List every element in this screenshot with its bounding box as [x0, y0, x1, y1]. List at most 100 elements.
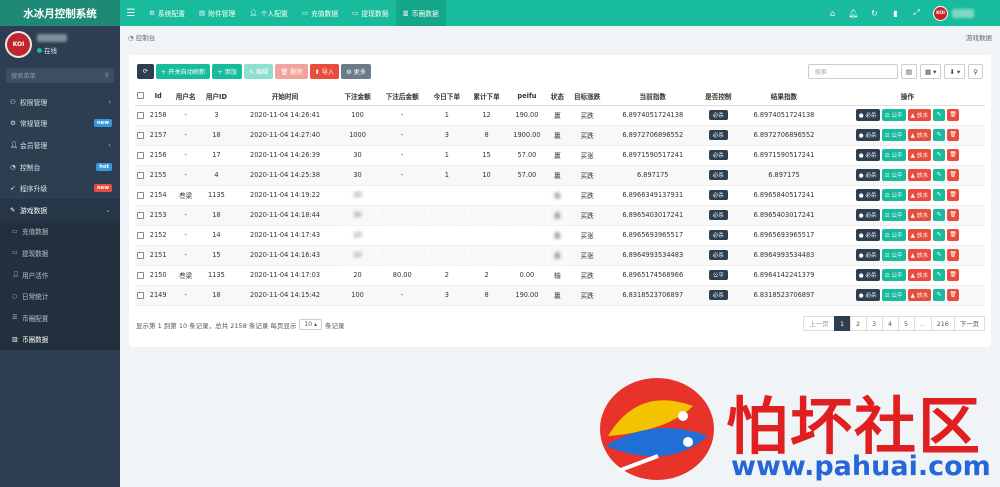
menu-toggle-icon[interactable]: ☰ — [120, 8, 142, 19]
table-row[interactable]: 2149-18 2020-11-04 14:15:42 100-3 8 190.00 赢买… — [135, 285, 985, 306]
sidebar-item-2[interactable]: 👤︎ 会员管理 ‹ — [0, 134, 120, 156]
page-button[interactable]: 3 — [865, 316, 883, 331]
page-button[interactable]: 上一页 — [803, 316, 835, 331]
columns-button[interactable]: ▦ ▾ — [919, 64, 942, 79]
fair-button[interactable]: ⚖ 公平 — [881, 169, 906, 181]
search-toggle-button[interactable]: ⚲ — [968, 64, 983, 79]
row-checkbox[interactable] — [136, 111, 144, 119]
row-checkbox-cell[interactable] — [135, 105, 146, 126]
kill-button[interactable]: ● 必杀 — [855, 229, 880, 241]
delete-row-button[interactable]: 🗑︎ — [946, 109, 959, 121]
refresh-button[interactable]: ⟳ — [137, 64, 154, 79]
row-checkbox[interactable] — [136, 211, 144, 219]
delete-row-button[interactable]: 🗑︎ — [946, 129, 959, 141]
row-checkbox-cell[interactable] — [135, 145, 146, 166]
delete-row-button[interactable]: 🗑︎ — [946, 229, 959, 241]
sidebar-item-1[interactable]: ⚙ 常规管理 new — [0, 113, 120, 135]
sidebar-subitem-3[interactable]: ○ 日常统计 — [0, 285, 120, 307]
fair-button[interactable]: ⚖ 公平 — [881, 129, 906, 141]
edit-row-button[interactable]: ✎ — [932, 269, 945, 281]
edit-row-button[interactable]: ✎ — [932, 109, 945, 121]
kill-button[interactable]: ● 必杀 — [855, 289, 880, 301]
edit-row-button[interactable]: ✎ — [932, 149, 945, 161]
toggle-view-button[interactable]: ▤ — [900, 64, 917, 79]
table-search-input[interactable]: 搜索 — [807, 64, 898, 79]
refresh-icon[interactable]: ↻ — [864, 9, 885, 18]
edit-button[interactable]: ✎ 编辑 — [243, 64, 274, 79]
sidebar-search-input[interactable]: 搜索菜单 ⚲ — [6, 68, 114, 83]
row-checkbox[interactable] — [136, 131, 144, 139]
table-row[interactable]: 2151-15 2020-11-04 14:16:43 10 赢买张 6.8964993… — [135, 245, 985, 266]
edit-row-button[interactable]: ✎ — [932, 289, 945, 301]
table-row[interactable]: 2155-4 2020-11-04 14:25:38 30-1 10 57.00 赢买跌 6… — [135, 165, 985, 186]
table-row[interactable]: 2158-3 2020-11-04 14:26:41 100-1 12 190.00 赢买… — [135, 105, 985, 126]
page-button[interactable]: ... — [913, 316, 932, 331]
topnav-item-1[interactable]: ▤ 附件管理 — [192, 0, 242, 26]
delete-row-button[interactable]: 🗑︎ — [946, 189, 959, 201]
row-checkbox[interactable] — [136, 271, 144, 279]
release-button[interactable]: ▲ 放水 — [907, 249, 931, 261]
edit-row-button[interactable]: ✎ — [932, 249, 945, 261]
row-checkbox[interactable] — [136, 151, 144, 159]
edit-row-button[interactable]: ✎ — [932, 229, 945, 241]
kill-button[interactable]: ● 必杀 — [855, 149, 880, 161]
table-row[interactable]: 2152-14 2020-11-04 14:17:43 10 赢买张 6.8965693… — [135, 225, 985, 246]
kill-button[interactable]: ● 必杀 — [855, 189, 880, 201]
avatar[interactable]: KOI — [933, 5, 948, 21]
release-button[interactable]: ▲ 放水 — [907, 269, 931, 281]
trash-icon[interactable]: ▮ — [885, 9, 906, 18]
delete-row-button[interactable]: 🗑︎ — [946, 149, 959, 161]
delete-row-button[interactable]: 🗑︎ — [946, 249, 959, 261]
row-checkbox[interactable] — [136, 171, 144, 179]
page-button[interactable]: 1 — [833, 316, 851, 331]
more-button[interactable]: ⚙ 更多 — [341, 64, 371, 79]
kill-button[interactable]: ● 必杀 — [855, 209, 880, 221]
sidebar-subitem-4[interactable]: ☰ 币圈配置 — [0, 306, 120, 329]
row-checkbox-cell[interactable] — [135, 285, 146, 306]
row-checkbox[interactable] — [136, 291, 144, 299]
release-button[interactable]: ▲ 放水 — [907, 289, 931, 301]
home-icon[interactable]: ⌂ — [822, 9, 843, 18]
export-button[interactable]: ⬇ ▾ — [944, 64, 966, 79]
row-checkbox-cell[interactable] — [135, 205, 146, 226]
add-button[interactable]: + 添加 — [212, 64, 242, 79]
page-button[interactable]: 2 — [849, 316, 867, 331]
column-header[interactable] — [135, 87, 146, 106]
edit-row-button[interactable]: ✎ — [932, 129, 945, 141]
page-button[interactable]: 4 — [881, 316, 899, 331]
kill-button[interactable]: ● 必杀 — [855, 249, 880, 261]
topnav-item-4[interactable]: ▭ 提现数据 — [345, 0, 395, 26]
row-checkbox[interactable] — [136, 251, 144, 259]
kill-button[interactable]: ● 必杀 — [855, 269, 880, 281]
edit-row-button[interactable]: ✎ — [932, 209, 945, 221]
release-button[interactable]: ▲ 放水 — [907, 109, 931, 121]
fair-button[interactable]: ⚖ 公平 — [881, 269, 906, 281]
expand-icon[interactable]: ⤢ — [906, 8, 927, 18]
fair-button[interactable]: ⚖ 公平 — [881, 149, 906, 161]
fair-button[interactable]: ⚖ 公平 — [881, 209, 906, 221]
topnav-item-0[interactable]: ⚙ 系统配置 — [142, 0, 192, 26]
fair-button[interactable]: ⚖ 公平 — [881, 249, 906, 261]
kill-button[interactable]: ● 必杀 — [855, 129, 880, 141]
sidebar-subitem-1[interactable]: ▭ 提现数据 — [0, 242, 120, 264]
select-all-checkbox[interactable] — [136, 92, 144, 100]
sidebar-item-4[interactable]: ➶ 程序升级 new — [0, 177, 120, 199]
edit-row-button[interactable]: ✎ — [932, 189, 945, 201]
row-checkbox[interactable] — [136, 191, 144, 199]
row-checkbox-cell[interactable] — [135, 225, 146, 246]
sidebar-item-3[interactable]: ◔ 控制台 hot — [0, 156, 120, 178]
bell-icon[interactable]: 🔔︎ — [843, 9, 864, 18]
fair-button[interactable]: ⚖ 公平 — [881, 189, 906, 201]
page-button[interactable]: 5 — [897, 316, 915, 331]
delete-row-button[interactable]: 🗑︎ — [946, 169, 959, 181]
release-button[interactable]: ▲ 放水 — [907, 169, 931, 181]
sidebar-item-0[interactable]: ⚇ 权限管理 ‹ — [0, 91, 120, 113]
delete-button[interactable]: 🗑 删除 — [275, 64, 308, 79]
sidebar-subitem-0[interactable]: ▭ 充值数据 — [0, 220, 120, 243]
topnav-item-5[interactable]: ▥ 币圈数据 — [395, 0, 446, 26]
sidebar-subitem-5[interactable]: ▥ 币圈数据 — [0, 328, 120, 351]
row-checkbox-cell[interactable] — [135, 265, 146, 286]
delete-row-button[interactable]: 🗑︎ — [946, 269, 959, 281]
release-button[interactable]: ▲ 放水 — [907, 129, 931, 141]
kill-button[interactable]: ● 必杀 — [855, 109, 880, 121]
